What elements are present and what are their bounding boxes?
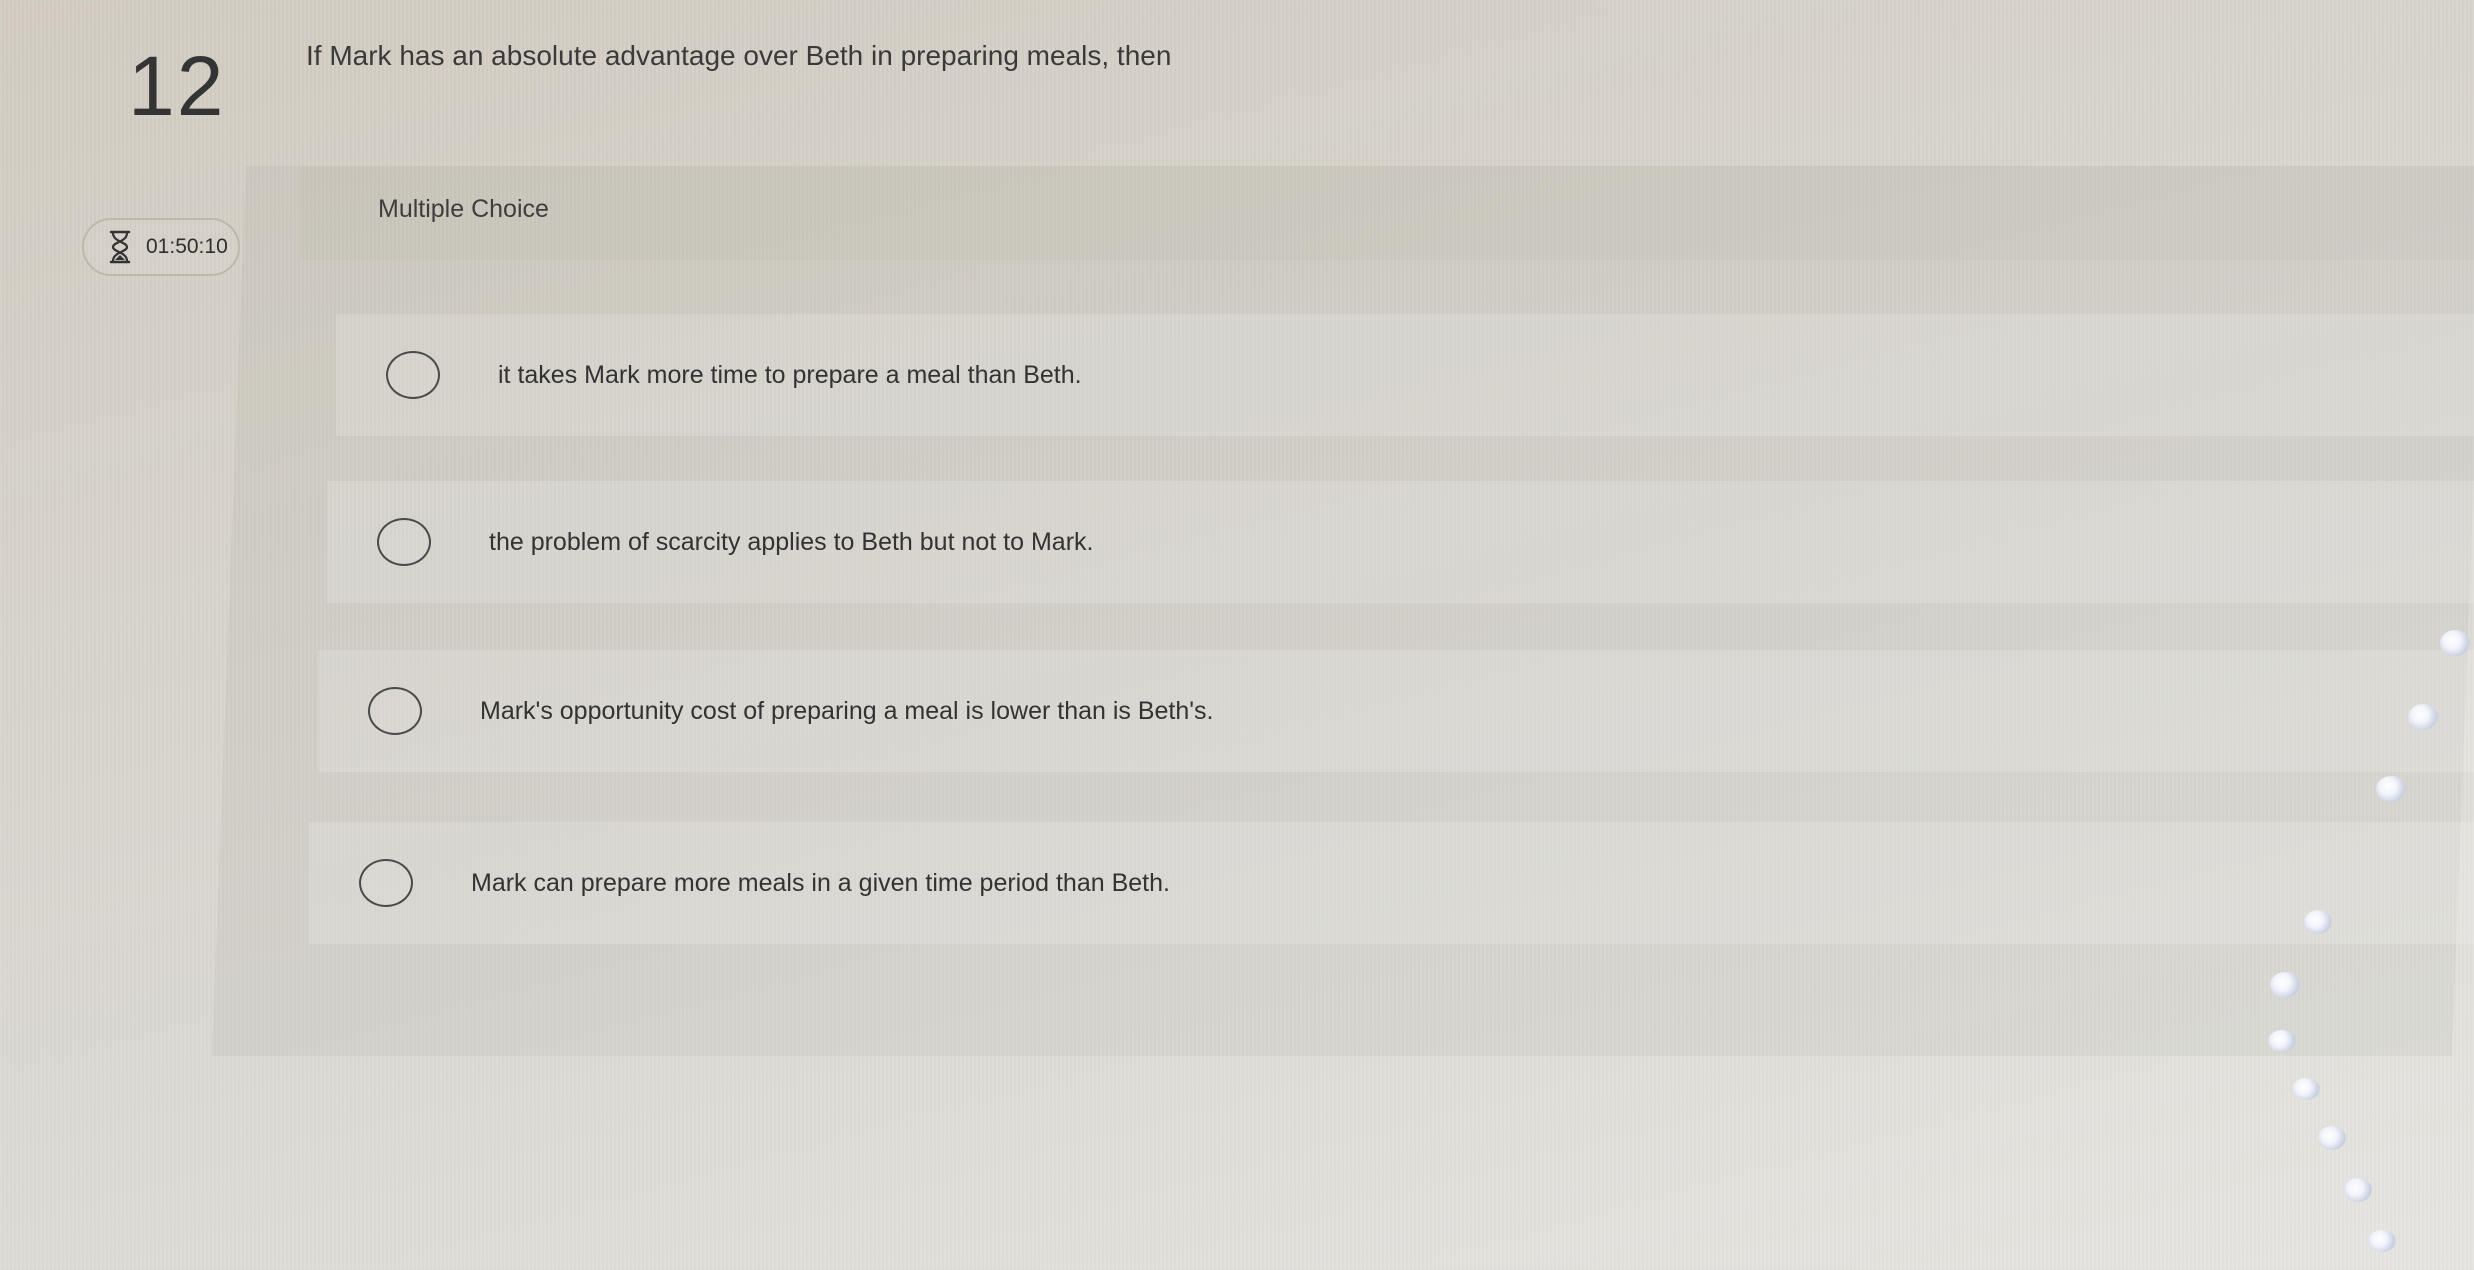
- answer-option-label: the problem of scarcity applies to Beth …: [489, 527, 1094, 556]
- hourglass-icon: [106, 229, 134, 265]
- answer-option-2[interactable]: the problem of scarcity applies to Beth …: [327, 481, 2474, 603]
- timer-value: 01:50:10: [146, 235, 228, 258]
- radio-button[interactable]: [368, 687, 422, 735]
- timer-badge[interactable]: 01:50:10: [82, 218, 240, 276]
- question-number: 12: [128, 39, 226, 133]
- answer-option-3[interactable]: Mark's opportunity cost of preparing a m…: [318, 650, 2474, 772]
- light-reflection: [2292, 1078, 2320, 1100]
- answer-option-label: it takes Mark more time to prepare a mea…: [498, 360, 1082, 389]
- answer-option-label: Mark can prepare more meals in a given t…: [471, 868, 1170, 897]
- answer-option-1[interactable]: it takes Mark more time to prepare a mea…: [336, 314, 2474, 436]
- radio-button[interactable]: [377, 518, 431, 566]
- question-type-label: Multiple Choice: [378, 195, 549, 223]
- light-reflection: [2368, 1230, 2396, 1252]
- answer-panel-header: [300, 166, 2474, 260]
- radio-button[interactable]: [359, 859, 413, 907]
- light-reflection: [2318, 1126, 2346, 1150]
- radio-button[interactable]: [386, 351, 440, 399]
- answer-option-label: Mark's opportunity cost of preparing a m…: [480, 696, 1214, 725]
- light-reflection: [2344, 1178, 2372, 1202]
- answer-option-4[interactable]: Mark can prepare more meals in a given t…: [309, 822, 2474, 944]
- question-prompt: If Mark has an absolute advantage over B…: [306, 40, 1172, 71]
